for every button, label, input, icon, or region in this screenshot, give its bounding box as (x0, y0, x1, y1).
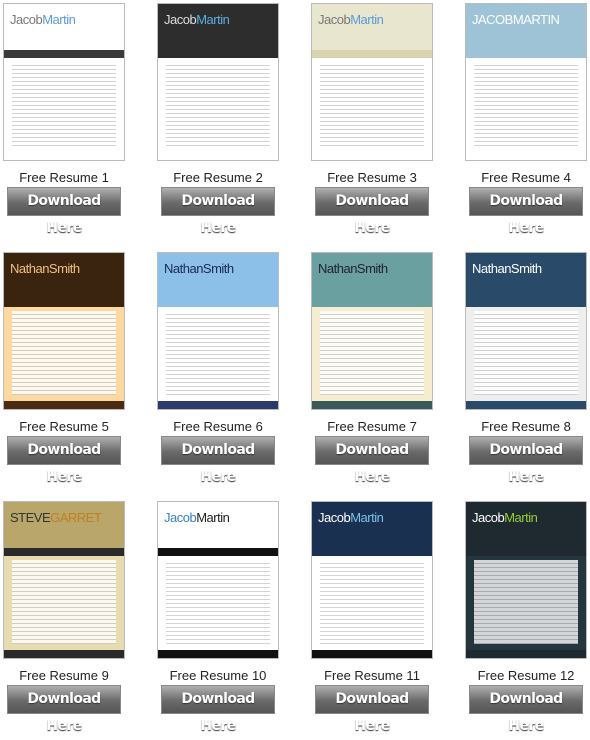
download-button[interactable]: Download Here (469, 436, 583, 485)
resume-thumbnail[interactable]: JacobMartin (157, 3, 279, 161)
resume-thumbnail[interactable]: STEVEGARRET (3, 501, 125, 659)
download-button[interactable]: Download Here (469, 685, 583, 734)
resume-label: Free Resume 9 (19, 668, 109, 683)
download-button[interactable]: Download Here (315, 187, 429, 236)
thumbnail-header: NathanSmith (158, 253, 278, 299)
resume-label: Free Resume 11 (324, 668, 420, 683)
thumbnail-header: JacobMartin (312, 4, 432, 50)
resume-thumbnail[interactable]: JacobMartin (3, 3, 125, 161)
resume-thumbnail[interactable]: JACOBMARTIN (465, 3, 587, 161)
thumbnail-header: JacobMartin (312, 502, 432, 548)
download-button[interactable]: Download Here (161, 187, 275, 236)
resume-label: Free Resume 2 (173, 170, 263, 185)
thumbnail-header: NathanSmith (4, 253, 124, 299)
thumbnail-header: NathanSmith (466, 253, 586, 299)
thumbnail-header: JacobMartin (4, 4, 124, 50)
resume-thumbnail[interactable]: NathanSmith (3, 252, 125, 410)
thumbnail-name: NathanSmith (10, 261, 80, 276)
thumbnail-name: JACOBMARTIN (472, 12, 560, 27)
download-button[interactable]: Download Here (7, 436, 121, 485)
thumbnail-name: STEVEGARRET (10, 510, 102, 525)
thumbnail-header: JacobMartin (158, 4, 278, 50)
thumbnail-header: NathanSmith (312, 253, 432, 299)
resume-label: Free Resume 6 (173, 419, 263, 434)
download-button[interactable]: Download Here (315, 685, 429, 734)
download-button[interactable]: Download Here (161, 685, 275, 734)
thumbnail-name: JacobMartin (10, 12, 76, 27)
resume-label: Free Resume 10 (169, 668, 267, 683)
thumbnail-header: JacobMartin (158, 502, 278, 548)
download-button[interactable]: Download Here (469, 187, 583, 236)
thumbnail-name: JacobMartin (472, 510, 538, 525)
download-button[interactable]: Download Here (161, 436, 275, 485)
download-button[interactable]: Download Here (7, 685, 121, 734)
resume-label: Free Resume 1 (19, 170, 109, 185)
download-button[interactable]: Download Here (315, 436, 429, 485)
thumbnail-header: STEVEGARRET (4, 502, 124, 548)
resume-thumbnail[interactable]: NathanSmith (311, 252, 433, 410)
resume-thumbnail[interactable]: JacobMartin (157, 501, 279, 659)
thumbnail-name: JacobMartin (318, 510, 384, 525)
thumbnail-name: JacobMartin (164, 12, 230, 27)
resume-thumbnail[interactable]: NathanSmith (465, 252, 587, 410)
thumbnail-name: NathanSmith (318, 261, 388, 276)
resume-label: Free Resume 8 (481, 419, 571, 434)
thumbnail-header: JacobMartin (466, 502, 586, 548)
thumbnail-name: JacobMartin (318, 12, 384, 27)
thumbnail-name: NathanSmith (472, 261, 542, 276)
resume-label: Free Resume 5 (19, 419, 109, 434)
resume-thumbnail[interactable]: JacobMartin (311, 501, 433, 659)
thumbnail-name: NathanSmith (164, 261, 234, 276)
resume-label: Free Resume 4 (481, 170, 571, 185)
resume-thumbnail[interactable]: JacobMartin (465, 501, 587, 659)
thumbnail-name: JacobMartin (164, 510, 230, 525)
resume-label: Free Resume 3 (327, 170, 417, 185)
resume-label: Free Resume 7 (327, 419, 417, 434)
resume-thumbnail[interactable]: JacobMartin (311, 3, 433, 161)
resume-label: Free Resume 12 (477, 668, 575, 683)
download-button[interactable]: Download Here (7, 187, 121, 236)
resume-thumbnail[interactable]: NathanSmith (157, 252, 279, 410)
thumbnail-header: JACOBMARTIN (466, 4, 586, 50)
